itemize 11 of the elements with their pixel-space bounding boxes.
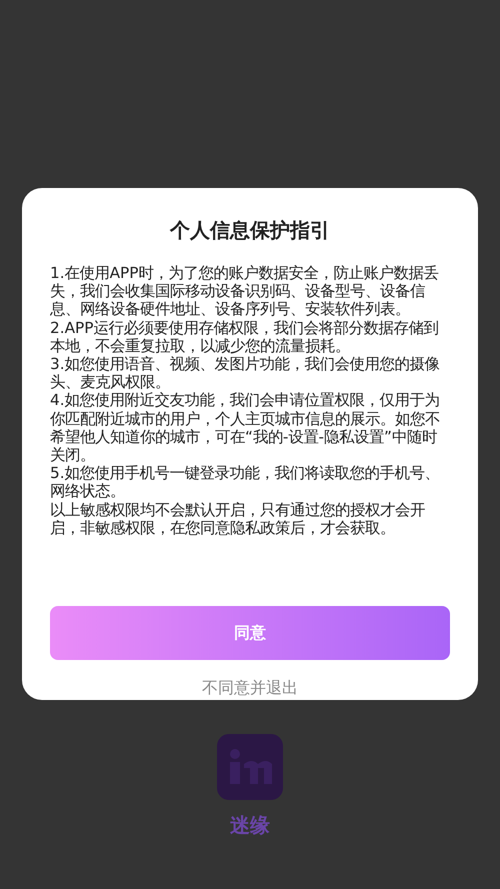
- app-logo-icon: [217, 734, 283, 800]
- agree-button[interactable]: 同意: [50, 606, 450, 660]
- policy-paragraph: 3.如您使用语音、视频、发图片功能，我们会使用您的摄像头、麦克风权限。: [50, 355, 441, 392]
- dialog-title: 个人信息保护指引: [170, 218, 330, 242]
- policy-paragraph: 1.在使用APP时，为了您的账户数据安全，防止账户数据丢失，我们会收集国际移动设备识别码、设备型号、设备信息、网络设备硬件地址、设备序列号、安装软件列表。: [50, 264, 440, 319]
- policy-paragraph: 2.APP运行必须要使用存储权限，我们会将部分数据存储到本地，不会重复拉取，以减少您的流量损耗。: [50, 318, 440, 356]
- policy-paragraph: 以上敏感权限均不会默认开启，只有通过您的授权才会开启，非敏感权限，在您同意隐私政策后，才会获取。: [50, 500, 426, 538]
- app-name: 迷缘: [230, 812, 270, 839]
- policy-paragraph: 5.如您使用手机号一键登录功能，我们将读取您的手机号、网络状态。: [50, 464, 441, 501]
- policy-paragraph: 4.如您使用附近交友功能，我们会申请位置权限，仅用于为你匹配附近城市的用户，个人主页城市信息的展示。如您不希望他人知道你的城市，可在“我的-设置-隐私设置”中随时关闭。: [50, 391, 441, 464]
- decline-link[interactable]: 不同意并退出: [202, 678, 298, 699]
